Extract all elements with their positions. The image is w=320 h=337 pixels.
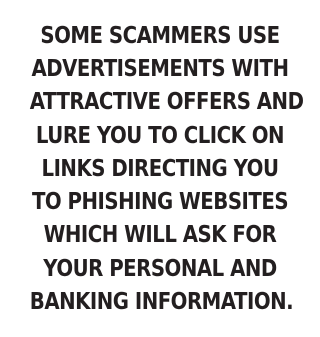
message-line-1: SOME SCAMMERS USE <box>40 20 280 49</box>
message-panel: SOME SCAMMERS USE ADVERTISEMENTS WITH AT… <box>0 0 320 337</box>
message-line-3: ATTRACTIVE OFFERS AND <box>29 87 304 116</box>
message-line-2: ADVERTISEMENTS WITH <box>31 53 289 82</box>
message-line-4: LURE YOU TO CLICK ON <box>35 120 285 149</box>
message-line-7: WHICH WILL ASK FOR <box>43 220 277 249</box>
message-line-5: LINKS DIRECTING YOU <box>41 153 279 182</box>
message-line-9: BANKING INFORMATION. <box>29 287 294 316</box>
message-line-8: YOUR PERSONAL AND <box>43 253 277 282</box>
scam-warning-text: SOME SCAMMERS USE ADVERTISEMENTS WITH AT… <box>5 19 315 319</box>
message-line-6: TO PHISHING WEBSITES <box>31 187 289 216</box>
